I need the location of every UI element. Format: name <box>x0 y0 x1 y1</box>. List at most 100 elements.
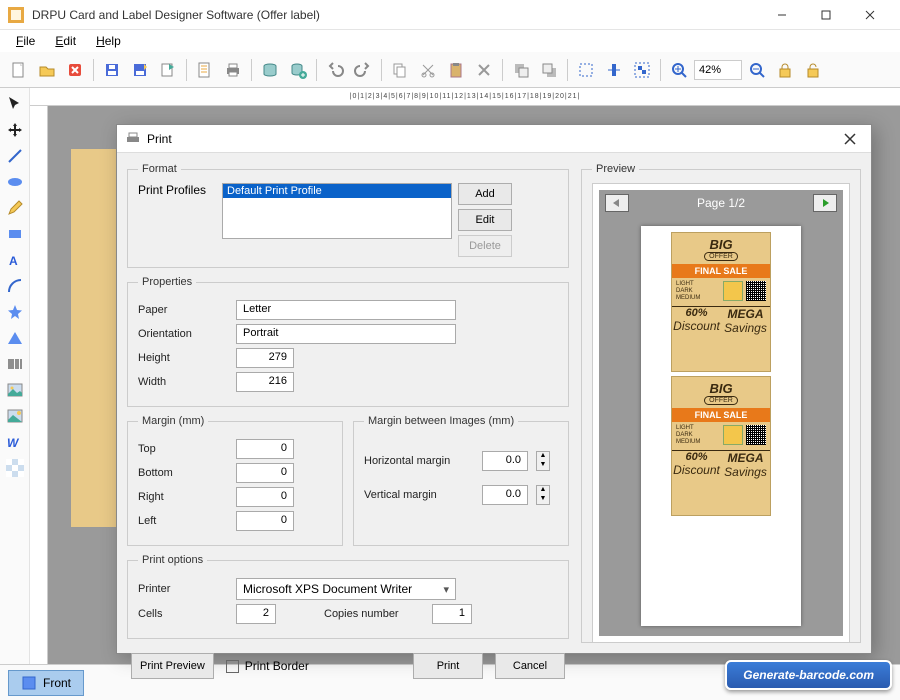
barcode-tool-icon[interactable] <box>3 352 27 376</box>
group-icon[interactable] <box>629 57 655 83</box>
add-profile-button[interactable]: Add <box>458 183 512 205</box>
margin-bottom-field[interactable]: 0 <box>236 463 294 483</box>
margin-bottom-label: Bottom <box>138 467 228 479</box>
line-tool-icon[interactable] <box>3 144 27 168</box>
select-all-icon[interactable] <box>573 57 599 83</box>
profile-item-selected[interactable]: Default Print Profile <box>223 184 451 198</box>
copy-icon[interactable] <box>387 57 413 83</box>
saveas-icon[interactable] <box>127 57 153 83</box>
send-back-icon[interactable] <box>536 57 562 83</box>
bring-front-icon[interactable] <box>508 57 534 83</box>
transparency-tool-icon[interactable] <box>3 456 27 480</box>
star-tool-icon[interactable] <box>3 300 27 324</box>
svg-text:W: W <box>7 436 20 450</box>
redo-icon[interactable] <box>350 57 376 83</box>
window-title: DRPU Card and Label Designer Software (O… <box>32 8 760 22</box>
printer-dropdown[interactable]: Microsoft XPS Document Writer <box>236 578 456 600</box>
print-border-checkbox[interactable]: Print Border <box>226 659 309 673</box>
close-icon[interactable] <box>62 57 88 83</box>
tab-front-label: Front <box>43 676 71 690</box>
watermark: Generate-barcode.com <box>725 660 892 690</box>
label-discount-pct: 60% <box>685 307 707 319</box>
menu-edit[interactable]: Edit <box>47 31 84 51</box>
zoom-out-icon[interactable] <box>744 57 770 83</box>
image-tool-icon[interactable] <box>3 378 27 402</box>
paste-icon[interactable] <box>443 57 469 83</box>
lock-icon[interactable] <box>772 57 798 83</box>
ruler-vertical <box>30 106 48 664</box>
qr-icon <box>746 425 766 445</box>
properties-group: Properties PaperLetter OrientationPortra… <box>127 276 569 407</box>
preview-label-2: BIG OFFER FINAL SALE LIGHTDARKMEDIUM <box>671 376 771 516</box>
h-margin-field[interactable]: 0.0 <box>482 451 528 471</box>
pointer-tool-icon[interactable] <box>3 92 27 116</box>
delete-profile-button[interactable]: Delete <box>458 235 512 257</box>
profiles-label: Print Profiles <box>138 183 216 197</box>
label-final-text: FINAL SALE <box>672 264 770 278</box>
menu-help[interactable]: Help <box>88 31 129 51</box>
next-page-button[interactable] <box>813 194 837 212</box>
margin-left-field[interactable]: 0 <box>236 511 294 531</box>
v-margin-field[interactable]: 0.0 <box>482 485 528 505</box>
arc-tool-icon[interactable] <box>3 274 27 298</box>
save-icon[interactable] <box>99 57 125 83</box>
database-add-icon[interactable] <box>285 57 311 83</box>
label-discount-word: Discount <box>673 319 720 333</box>
margin-right-label: Right <box>138 491 228 503</box>
imagelib-tool-icon[interactable] <box>3 404 27 428</box>
new-icon[interactable] <box>6 57 32 83</box>
copies-field[interactable]: 1 <box>432 604 472 624</box>
align-icon[interactable] <box>601 57 627 83</box>
width-field[interactable]: 216 <box>236 372 294 392</box>
label-savings: Savings <box>724 321 767 335</box>
close-window-button[interactable] <box>848 1 892 29</box>
triangle-tool-icon[interactable] <box>3 326 27 350</box>
margin-top-field[interactable]: 0 <box>236 439 294 459</box>
margin-top-label: Top <box>138 443 228 455</box>
unlock-icon[interactable] <box>800 57 826 83</box>
label-offer-text: OFFER <box>704 252 738 261</box>
minimize-button[interactable] <box>760 1 804 29</box>
paper-field[interactable]: Letter <box>236 300 456 320</box>
move-tool-icon[interactable] <box>3 118 27 142</box>
h-margin-stepper[interactable]: ▲▼ <box>536 451 550 471</box>
prev-page-button[interactable] <box>605 194 629 212</box>
properties-icon[interactable] <box>192 57 218 83</box>
dialog-title: Print <box>147 132 837 146</box>
edit-profile-button[interactable]: Edit <box>458 209 512 231</box>
print-preview-button[interactable]: Print Preview <box>131 653 214 679</box>
print-icon[interactable] <box>220 57 246 83</box>
undo-icon[interactable] <box>322 57 348 83</box>
orientation-field[interactable]: Portrait <box>236 324 456 344</box>
tab-front[interactable]: Front <box>8 670 84 696</box>
text-tool-icon[interactable]: A <box>3 248 27 272</box>
preview-group: Preview Page 1/2 BIG <box>581 163 861 643</box>
wordart-tool-icon[interactable]: W <box>3 430 27 454</box>
cancel-button[interactable]: Cancel <box>495 653 565 679</box>
open-icon[interactable] <box>34 57 60 83</box>
width-label: Width <box>138 376 228 388</box>
zoom-in-icon[interactable] <box>666 57 692 83</box>
rect-tool-icon[interactable] <box>3 222 27 246</box>
pencil-tool-icon[interactable] <box>3 196 27 220</box>
menu-file[interactable]: File <box>8 31 43 51</box>
profiles-list[interactable]: Default Print Profile <box>222 183 452 239</box>
preview-legend: Preview <box>592 163 639 175</box>
shirt-icon <box>723 425 743 445</box>
preview-panel: Page 1/2 BIG OFFER FINAL SALE <box>592 183 850 643</box>
dialog-close-button[interactable] <box>837 128 863 150</box>
label-discount-pct: 60% <box>685 451 707 463</box>
margin-right-field[interactable]: 0 <box>236 487 294 507</box>
print-button[interactable]: Print <box>413 653 483 679</box>
export-icon[interactable] <box>155 57 181 83</box>
height-field[interactable]: 279 <box>236 348 294 368</box>
ellipse-tool-icon[interactable] <box>3 170 27 194</box>
delete-icon[interactable] <box>471 57 497 83</box>
zoom-value[interactable]: 42% <box>694 60 742 80</box>
cells-field[interactable]: 2 <box>236 604 276 624</box>
qr-icon <box>746 281 766 301</box>
v-margin-stepper[interactable]: ▲▼ <box>536 485 550 505</box>
cut-icon[interactable] <box>415 57 441 83</box>
database-icon[interactable] <box>257 57 283 83</box>
maximize-button[interactable] <box>804 1 848 29</box>
